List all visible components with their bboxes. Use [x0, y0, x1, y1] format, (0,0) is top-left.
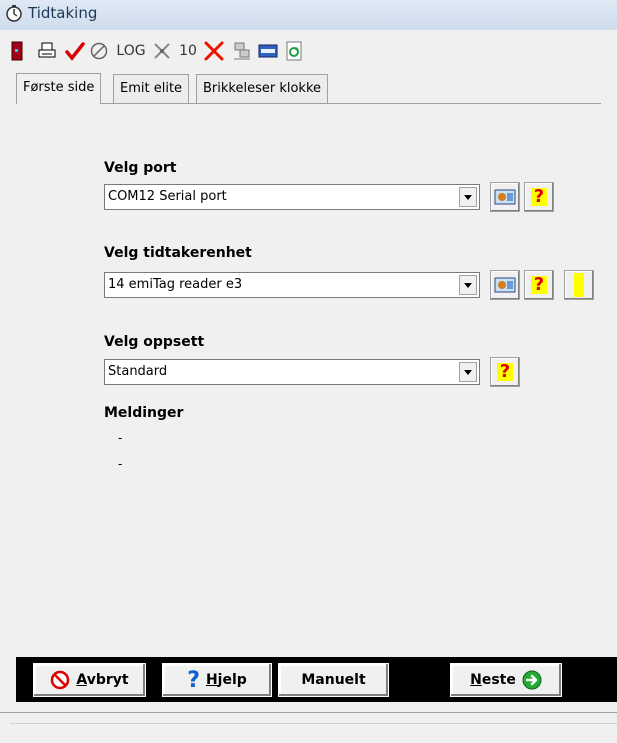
port-select[interactable]: COM12 Serial port	[104, 184, 480, 210]
cancel-label: Avbryt	[76, 672, 129, 688]
button-bar: Avbryt ? Hjelp Manuelt Neste	[16, 657, 617, 702]
cancel-button[interactable]: Avbryt	[33, 663, 146, 697]
log-button[interactable]: LOG	[114, 40, 148, 62]
unit-settings-button[interactable]	[490, 270, 520, 300]
status-bar	[0, 712, 617, 743]
print-button[interactable]	[36, 40, 58, 62]
help-button[interactable]: ? Hjelp	[162, 663, 272, 697]
window-title: Tidtaking	[28, 4, 98, 22]
help-icon: ?	[497, 363, 513, 381]
manual-button[interactable]: Manuelt	[278, 663, 389, 697]
manual-label: Manuelt	[301, 672, 366, 688]
refresh-icon	[286, 41, 302, 61]
help-icon: ?	[531, 188, 547, 206]
toolbar: LOG 10	[0, 30, 617, 70]
print-icon	[38, 42, 56, 58]
port-label: Velg port	[104, 160, 177, 176]
status-indicator-icon	[574, 273, 584, 297]
next-label: Neste	[470, 672, 516, 688]
network-icon	[234, 42, 250, 60]
setup-value: Standard	[108, 364, 168, 379]
cancel-circle-icon	[90, 42, 108, 60]
tab-emit-elite[interactable]: Emit elite	[113, 74, 190, 103]
unit-value: 14 emiTag reader e3	[108, 277, 243, 292]
tab-brikkeleser-klokke[interactable]: Brikkeleser klokke	[196, 74, 329, 103]
chevron-down-icon[interactable]	[459, 275, 477, 295]
unit-help-button[interactable]: ?	[524, 270, 554, 300]
port-settings-icon	[494, 189, 516, 205]
unit-label: Velg tidtakerenhet	[104, 245, 252, 261]
exit-button[interactable]	[10, 40, 24, 62]
port-help-button[interactable]: ?	[524, 182, 554, 212]
tab-forste-side[interactable]: Første side	[16, 73, 102, 104]
stopwatch-icon	[6, 5, 22, 22]
tools-button[interactable]	[150, 40, 174, 62]
exit-icon	[11, 41, 23, 61]
chevron-down-icon[interactable]	[459, 187, 477, 207]
port-value: COM12 Serial port	[108, 189, 227, 204]
help-label: Hjelp	[205, 672, 247, 688]
unit-status-button[interactable]	[564, 270, 594, 300]
title-bar: Tidtaking	[0, 0, 617, 31]
arrow-right-icon	[522, 670, 542, 690]
tools-icon	[154, 43, 170, 59]
port-settings-button[interactable]	[490, 182, 520, 212]
setup-select[interactable]: Standard	[104, 359, 480, 385]
ten-button[interactable]: 10	[176, 40, 200, 62]
checkmark-icon	[65, 42, 85, 61]
message-line: -	[118, 430, 123, 445]
unit-select[interactable]: 14 emiTag reader e3	[104, 272, 480, 298]
delete-icon	[204, 41, 224, 61]
no-entry-icon	[51, 670, 70, 690]
approve-button[interactable]	[64, 40, 86, 62]
chevron-down-icon[interactable]	[459, 362, 477, 382]
delete-button[interactable]	[202, 40, 226, 62]
message-line: -	[118, 456, 123, 471]
setup-help-button[interactable]: ?	[490, 357, 520, 387]
network-button[interactable]	[230, 40, 254, 62]
refresh-button[interactable]	[282, 40, 306, 62]
messages-label: Meldinger	[104, 405, 184, 421]
cancel-circle-button[interactable]	[88, 40, 110, 62]
device-button[interactable]	[256, 40, 280, 62]
help-icon: ?	[531, 276, 547, 294]
next-button[interactable]: Neste	[450, 663, 562, 697]
device-icon	[258, 44, 278, 58]
unit-settings-icon	[494, 277, 516, 293]
setup-label: Velg oppsett	[104, 334, 205, 350]
question-mark-icon: ?	[187, 667, 200, 693]
